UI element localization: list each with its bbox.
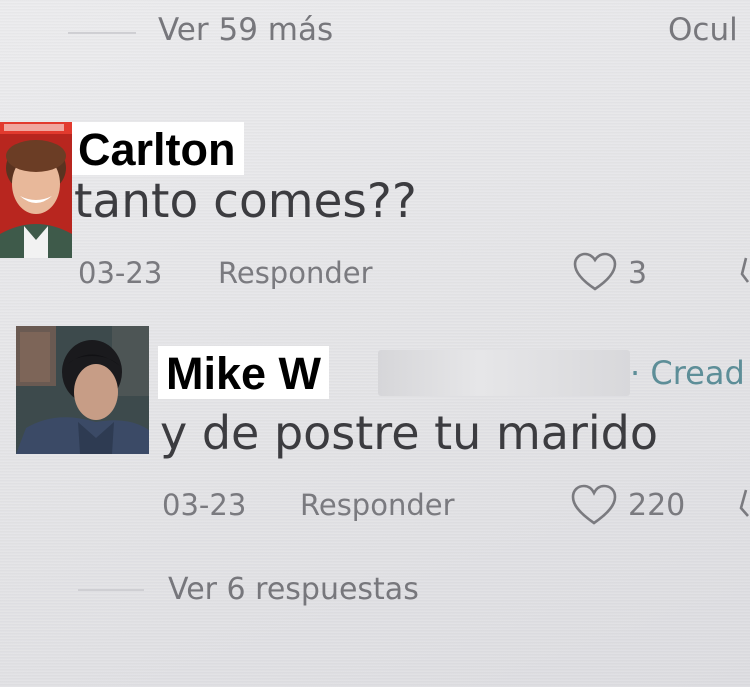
avatar-mike[interactable]	[16, 326, 149, 454]
reply-button-mike[interactable]: Responder	[300, 488, 455, 522]
hide-link[interactable]: Ocul	[668, 12, 738, 48]
comment-text-carlton: tanto comes??	[74, 174, 417, 229]
dislike-icon[interactable]	[736, 254, 750, 290]
commenter-name-carlton[interactable]: Carlton	[72, 122, 244, 175]
comment-date-mike: 03-23	[162, 488, 247, 522]
comment-text-mike: y de postre tu marido	[160, 406, 658, 460]
reply-button-carlton[interactable]: Responder	[218, 256, 373, 290]
like-count-mike: 220	[628, 488, 686, 523]
heart-icon[interactable]	[570, 484, 618, 526]
comment-date-carlton: 03-23	[78, 256, 163, 290]
creator-tag: · Cread	[630, 354, 745, 392]
like-count-carlton: 3	[628, 256, 648, 291]
redacted-name-area	[378, 350, 630, 396]
dislike-icon[interactable]	[734, 486, 750, 526]
view-more-link[interactable]: Ver 59 más	[158, 12, 333, 48]
heart-icon[interactable]	[572, 252, 618, 292]
replies-divider	[78, 589, 144, 591]
top-divider	[68, 32, 136, 34]
view-replies-link[interactable]: Ver 6 respuestas	[168, 572, 419, 607]
avatar-carlton[interactable]	[0, 122, 72, 258]
commenter-name-mike[interactable]: Mike W	[158, 346, 330, 399]
